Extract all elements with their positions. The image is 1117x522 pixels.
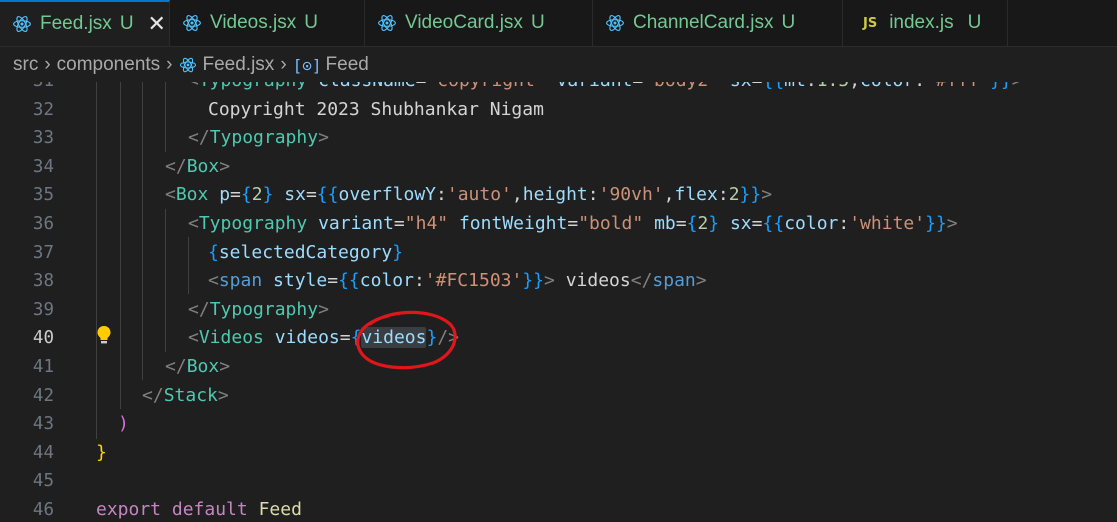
code-line[interactable]: 43) (0, 410, 1117, 439)
symbol-icon: [⊙] (292, 55, 322, 75)
untracked-badge: U (530, 12, 545, 33)
code-editor[interactable]: 31 <Typography className="copyright" vari… (0, 82, 1117, 522)
line-code: ) (118, 413, 129, 435)
untracked-badge: U (119, 13, 134, 34)
breadcrumb: src › components › Feed.jsx › [⊙] Feed (0, 47, 1117, 83)
code-line[interactable]: 32 Copyright 2023 Shubhankar Nigam (0, 96, 1117, 125)
chevron-right-icon: › (44, 54, 51, 75)
line-number: 42 (32, 385, 54, 406)
line-number: 40 (32, 328, 54, 349)
react-icon (183, 15, 201, 31)
line-code: </Stack> (142, 384, 229, 406)
line-number: 33 (32, 128, 54, 149)
tab-label: Feed.jsx (40, 13, 112, 34)
line-code: {selectedCategory} (208, 241, 404, 263)
code-line[interactable]: 31 <Typography className="copyright" vari… (0, 82, 1117, 96)
tab-videos-jsx[interactable]: Videos.jsx U (170, 0, 365, 46)
editor-tab-bar: Feed.jsx U ✕ Videos.jsx U VideoCard.jsx … (0, 0, 1117, 47)
chevron-right-icon: › (280, 54, 287, 75)
breadcrumb-components[interactable]: components (57, 54, 161, 76)
breadcrumb-symbol[interactable]: Feed (326, 54, 369, 76)
line-code: </Typography> (188, 298, 329, 320)
line-number: 38 (32, 271, 54, 292)
code-line[interactable]: 37 {selectedCategory} (0, 239, 1117, 268)
line-number: 44 (32, 442, 54, 463)
breadcrumb-src[interactable]: src (13, 54, 38, 76)
untracked-badge: U (304, 12, 318, 33)
js-icon: JS (863, 15, 878, 31)
lightbulb-icon[interactable] (96, 325, 112, 345)
breadcrumb-file[interactable]: Feed.jsx (203, 54, 275, 76)
tab-feed-jsx[interactable]: Feed.jsx U ✕ (0, 0, 170, 46)
code-line[interactable]: 42 </Stack> (0, 382, 1117, 411)
line-code: Copyright 2023 Shubhankar Nigam (208, 98, 544, 120)
line-number: 37 (32, 242, 54, 263)
line-code: </Box> (165, 356, 231, 377)
line-number: 39 (32, 299, 54, 320)
line-number: 35 (32, 185, 54, 206)
react-icon (606, 15, 624, 31)
code-line[interactable]: 35 <Box p={2} sx={{overflowY:'auto',heigh… (0, 181, 1117, 210)
code-line[interactable]: 38 <span style={{color:'#FC1503'}}> video… (0, 267, 1117, 296)
line-number: 41 (32, 357, 54, 377)
untracked-badge: U (781, 12, 796, 33)
tab-label: Videos.jsx (210, 12, 297, 33)
line-number: 46 (32, 500, 54, 520)
tab-label: index.js (889, 12, 954, 33)
code-line[interactable]: 46 export default Feed (0, 496, 1117, 522)
line-code: <Box p={2} sx={{overflowY:'auto',height:… (165, 184, 773, 206)
code-line[interactable]: 41 </Box> (0, 353, 1117, 382)
tab-videocard-jsx[interactable]: VideoCard.jsx U (365, 0, 593, 46)
untracked-badge: U (967, 12, 982, 33)
line-code: <Typography className="copyright" varian… (188, 82, 1023, 96)
line-number: 36 (32, 214, 54, 234)
tab-label: ChannelCard.jsx (633, 12, 774, 33)
code-line[interactable]: 34 </Box> (0, 153, 1117, 182)
line-number: 34 (32, 156, 54, 177)
code-line[interactable]: 33 </Typography> (0, 124, 1117, 153)
line-number: 43 (32, 414, 54, 435)
line-number: 32 (32, 99, 54, 120)
code-line[interactable]: 44} (0, 439, 1117, 468)
react-icon (378, 15, 396, 31)
chevron-right-icon: › (166, 54, 173, 75)
line-number: 45 (32, 471, 54, 492)
line-code: } (96, 441, 107, 463)
code-line[interactable]: 36 <Typography variant="h4" fontWeight="b… (0, 210, 1117, 239)
line-code: export default Feed (96, 499, 302, 520)
react-icon (179, 57, 196, 73)
line-code: <Typography variant="h4" fontWeight="bol… (188, 213, 958, 234)
code-line[interactable]: 45 (0, 467, 1117, 496)
tab-channelcard-jsx[interactable]: ChannelCard.jsx U (593, 0, 843, 46)
line-code: </Typography> (188, 127, 329, 149)
tab-index-js[interactable]: JS index.js U (843, 0, 1008, 46)
red-annotation-circle (356, 310, 457, 370)
line-code: <span style={{color:'#FC1503'}}> videos<… (208, 270, 707, 292)
line-code: </Box> (165, 155, 231, 177)
close-icon[interactable]: ✕ (148, 13, 166, 35)
code-line[interactable]: 40 <Videos videos={videos}/> (0, 324, 1117, 353)
code-line[interactable]: 39 </Typography> (0, 296, 1117, 325)
line-number: 31 (0, 82, 54, 96)
tab-label: VideoCard.jsx (405, 12, 523, 33)
react-icon (13, 16, 31, 32)
